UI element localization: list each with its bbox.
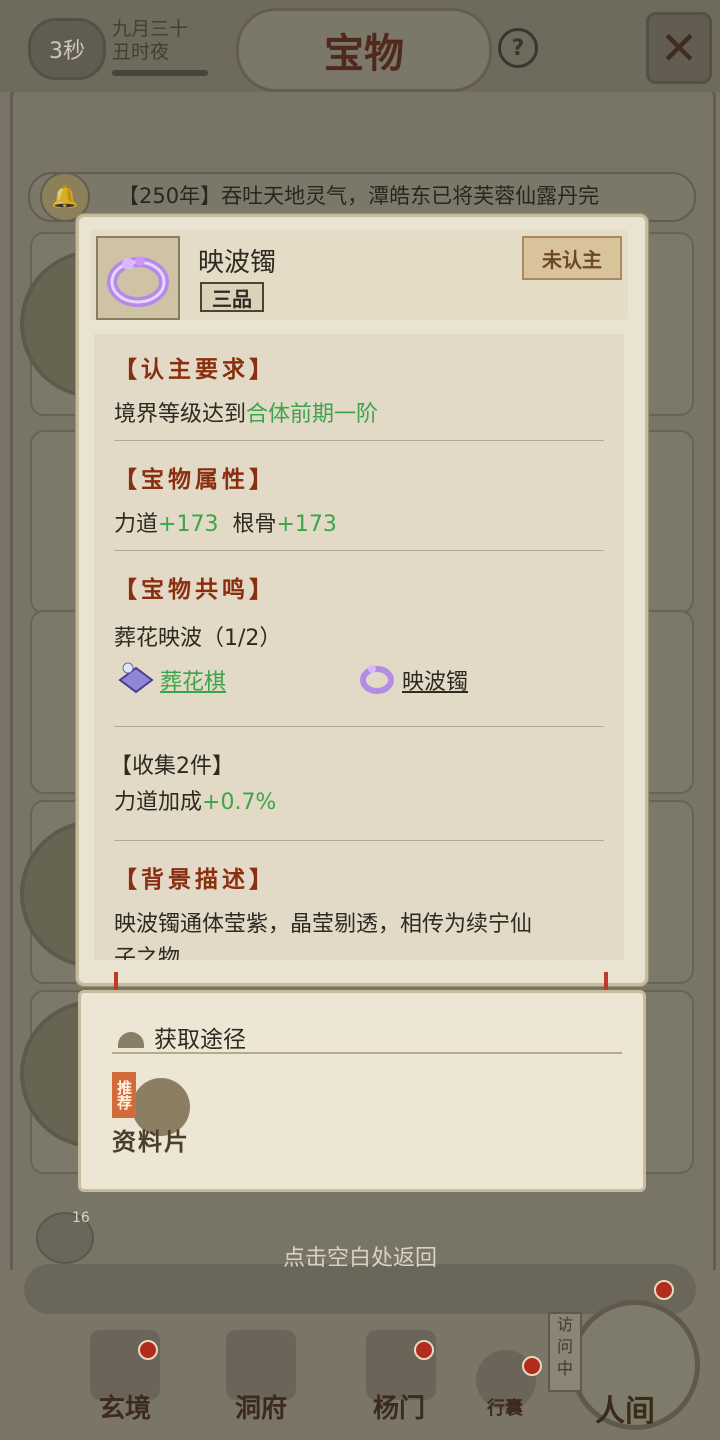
acquire-title: 获取途径 bbox=[154, 1027, 246, 1053]
chess-treasure-icon bbox=[118, 662, 154, 694]
item-name: 映波镯 bbox=[198, 248, 277, 278]
detail-scroll-area[interactable]: 【认主要求】 境界等级达到合体前期一阶 【宝物属性】 力道+173 根骨+173… bbox=[94, 334, 624, 960]
nav-renjian[interactable]: 人间 bbox=[570, 1386, 680, 1430]
attr-label: 根骨 bbox=[232, 512, 277, 537]
attr-label: 力道 bbox=[114, 512, 159, 537]
nav-xingnang[interactable]: 行囊 bbox=[450, 1394, 560, 1420]
recommend-tag: 推荐 bbox=[112, 1072, 136, 1118]
background-text-line: 子之物 bbox=[114, 946, 181, 960]
bonus-label: 力道加成 bbox=[114, 790, 203, 815]
item-icon-frame bbox=[96, 236, 180, 320]
nav-dongfu[interactable]: 洞府 bbox=[206, 1388, 316, 1425]
set-piece-link[interactable]: 映波镯 bbox=[402, 664, 468, 696]
bonus-heading: 【收集2件】 bbox=[110, 754, 234, 779]
visit-badge: 访问中 bbox=[548, 1312, 582, 1392]
status-badge: 未认主 bbox=[522, 236, 622, 280]
notification-dot bbox=[414, 1340, 434, 1360]
divider bbox=[114, 840, 604, 841]
grade-badge: 三品 bbox=[200, 282, 264, 312]
notification-dot bbox=[138, 1340, 158, 1360]
requirement-value: 合体前期一阶 bbox=[246, 402, 379, 427]
chat-count: 16 bbox=[72, 1210, 90, 1226]
notification-dot bbox=[522, 1356, 542, 1376]
background-heading: 【背景描述】 bbox=[114, 866, 276, 893]
set-name: 葬花映波（1/2） bbox=[114, 626, 282, 651]
requirement-prefix: 境界等级达到 bbox=[114, 402, 247, 427]
notification-dot bbox=[654, 1280, 674, 1300]
nav-xuanjing[interactable]: 玄境 bbox=[70, 1388, 180, 1425]
source-label[interactable]: 资料片 bbox=[112, 1122, 190, 1157]
purple-bracelet-icon bbox=[360, 665, 394, 694]
divider bbox=[114, 726, 604, 727]
divider bbox=[112, 1052, 622, 1054]
divider bbox=[114, 440, 604, 441]
bonus-line: 力道加成+0.7% bbox=[114, 784, 276, 816]
attr-value: +173 bbox=[158, 512, 219, 537]
bonus-value: +0.7% bbox=[202, 790, 277, 815]
attributes-line: 力道+173 根骨+173 bbox=[114, 506, 337, 538]
resonance-heading: 【宝物共鸣】 bbox=[114, 576, 276, 603]
nav-yangmen[interactable]: 杨门 bbox=[344, 1388, 454, 1425]
attributes-heading: 【宝物属性】 bbox=[114, 466, 276, 493]
set-piece-link[interactable]: 葬花棋 bbox=[160, 664, 226, 696]
attr-value: +173 bbox=[276, 512, 337, 537]
requirement-heading: 【认主要求】 bbox=[114, 356, 276, 383]
purple-bracelet-icon bbox=[107, 256, 169, 307]
dismiss-hint[interactable]: 点击空白处返回 bbox=[230, 1240, 490, 1272]
divider bbox=[114, 550, 604, 551]
background-text-line: 映波镯通体莹紫，晶莹剔透，相传为续宁仙 bbox=[114, 912, 533, 937]
requirement-line: 境界等级达到合体前期一阶 bbox=[114, 396, 378, 428]
